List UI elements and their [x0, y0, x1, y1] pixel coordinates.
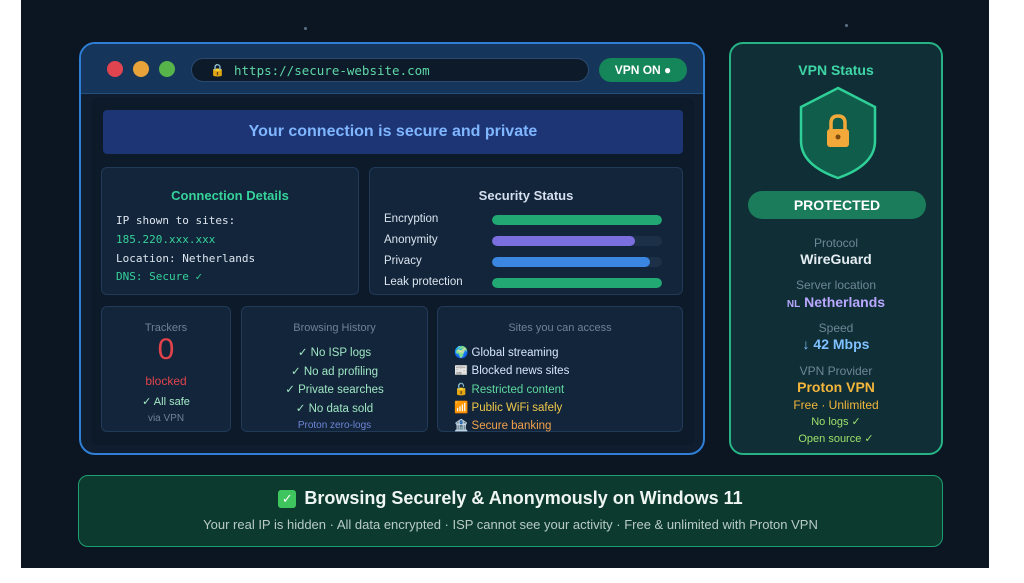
- maximize-window-button[interactable]: [159, 61, 175, 77]
- trackers-via: via VPN: [147, 413, 185, 424]
- server-location-text: Netherlands: [804, 294, 886, 310]
- vpn-on-badge: VPN ON ●: [599, 58, 687, 82]
- ip-value: 185.220.xxx.xxx: [116, 233, 216, 246]
- vpn-status-card: VPN Status PROTECTED Protocol WireGuard …: [729, 42, 943, 455]
- site-label: Blocked news sites: [471, 365, 570, 377]
- bar-track: [492, 215, 662, 225]
- unlock-icon: 🔓: [454, 384, 469, 396]
- history-item: ✓ No ISP logs: [297, 347, 372, 359]
- site-item-news: 📰 Blocked news sites: [454, 363, 569, 377]
- minimize-window-button[interactable]: [133, 61, 149, 77]
- trackers-status: blocked: [145, 374, 187, 388]
- bar-track: [492, 257, 662, 267]
- provider-value: Proton VPN: [797, 379, 875, 395]
- vpn-status-title: VPN Status: [798, 62, 874, 78]
- close-window-button[interactable]: [107, 61, 123, 77]
- trackers-count: 0: [157, 333, 175, 366]
- secure-connection-banner: Your connection is secure and private: [103, 110, 683, 154]
- dns-status: DNS: Secure ✓: [116, 270, 203, 283]
- speed-value: ↓ 42 Mbps: [802, 336, 870, 352]
- site-item-banking: 🏦 Secure banking: [454, 418, 551, 432]
- browser-window: 🔒 https://secure-website.com VPN ON ● Yo…: [79, 42, 705, 455]
- site-item-wifi: 📶 Public WiFi safely: [454, 400, 562, 414]
- security-status-panel: Security Status Encryption Anonymity Pri…: [369, 167, 683, 295]
- lock-icon: 🔒: [210, 63, 225, 77]
- trackers-safe: ✓ All safe: [142, 396, 190, 408]
- site-item-restricted: 🔓 Restricted content: [454, 382, 564, 396]
- provider-label: VPN Provider: [799, 364, 873, 378]
- globe-icon: 🌍: [454, 347, 469, 359]
- history-item: ✓ No data sold: [295, 403, 374, 415]
- flag-nl-icon: NL: [786, 299, 801, 310]
- summary-subline: Your real IP is hidden · All data encryp…: [203, 517, 818, 532]
- open-source-text: Open source ✓: [798, 433, 874, 445]
- wifi-icon: 📶: [454, 402, 469, 414]
- server-location-label: Server location: [795, 278, 877, 292]
- no-logs-text: No logs ✓: [811, 416, 861, 428]
- illustration-canvas: 🔒 https://secure-website.com VPN ON ● Yo…: [21, 0, 989, 568]
- bar-track: [492, 278, 662, 288]
- bar-track: [492, 236, 662, 246]
- bar-label: Privacy: [384, 255, 422, 267]
- browsing-history-panel: Browsing History ✓ No ISP logs ✓ No ad p…: [241, 306, 428, 432]
- bar-label: Anonymity: [384, 234, 438, 246]
- server-location-value: NL Netherlands: [731, 294, 941, 310]
- protocol-label: Protocol: [813, 236, 859, 250]
- history-item: ✓ Private searches: [285, 384, 384, 396]
- url-text: https://secure-website.com: [234, 63, 430, 78]
- site-item-streaming: 🌍 Global streaming: [454, 345, 558, 359]
- browsing-history-title: Browsing History: [293, 322, 376, 334]
- anonymity-bar-fill: [492, 236, 635, 246]
- shield-lock-icon: [799, 86, 877, 180]
- protected-badge: PROTECTED: [748, 191, 926, 219]
- bank-icon: 🏦: [454, 420, 469, 432]
- browser-titlebar: 🔒 https://secure-website.com VPN ON ●: [81, 44, 703, 94]
- security-status-title: Security Status: [478, 188, 574, 203]
- newspaper-icon: 📰: [454, 365, 469, 377]
- site-label: Secure banking: [471, 420, 552, 432]
- encryption-row: Encryption: [384, 213, 670, 227]
- star-dot: [845, 24, 848, 27]
- connection-details-title: Connection Details: [171, 188, 289, 203]
- site-label: Restricted content: [471, 384, 565, 396]
- history-item: ✓ No ad profiling: [291, 366, 378, 378]
- protocol-value: WireGuard: [800, 251, 872, 267]
- summary-banner: ✓ Browsing Securely & Anonymously on Wind…: [78, 475, 943, 547]
- leak-protection-bar-fill: [492, 278, 662, 288]
- check-icon: ✓: [278, 490, 297, 508]
- bar-label: Leak protection: [384, 276, 463, 288]
- accessible-sites-title: Sites you can access: [508, 322, 612, 334]
- privacy-bar-fill: [492, 257, 651, 267]
- connection-details-panel: Connection Details IP shown to sites: 18…: [101, 167, 359, 295]
- star-dot: [304, 27, 307, 30]
- page-content: Your connection is secure and private Co…: [91, 98, 694, 445]
- leak-protection-row: Leak protection: [384, 276, 670, 290]
- bar-label: Encryption: [384, 213, 439, 225]
- history-footer: Proton zero-logs: [297, 420, 372, 431]
- provider-plan: Free · Unlimited: [793, 398, 879, 412]
- summary-headline-text: Browsing Securely & Anonymously on Windo…: [304, 488, 743, 508]
- accessible-sites-panel: Sites you can access 🌍 Global streaming …: [437, 306, 683, 432]
- encryption-bar-fill: [492, 215, 662, 225]
- trackers-panel: Trackers 0 blocked ✓ All safe via VPN: [101, 306, 231, 432]
- speed-label: Speed: [818, 321, 854, 335]
- privacy-row: Privacy: [384, 255, 670, 269]
- anonymity-row: Anonymity: [384, 234, 670, 248]
- address-bar[interactable]: 🔒 https://secure-website.com: [191, 58, 589, 82]
- summary-headline: ✓ Browsing Securely & Anonymously on Wind…: [79, 488, 942, 509]
- ip-label: IP shown to sites:: [116, 214, 236, 227]
- location-text: Location: Netherlands: [116, 252, 256, 265]
- site-label: Global streaming: [471, 347, 559, 359]
- site-label: Public WiFi safely: [471, 402, 563, 414]
